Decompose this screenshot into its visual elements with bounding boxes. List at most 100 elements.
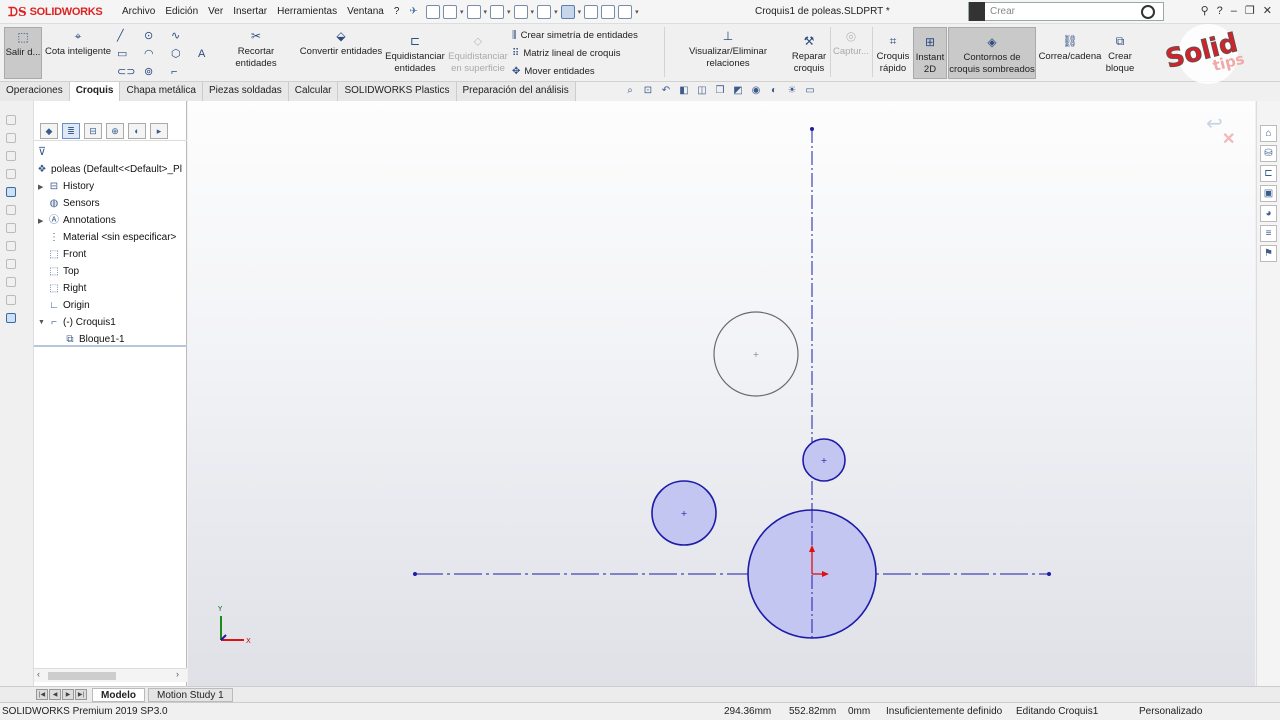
sketch-canvas[interactable]: + + + Y X (188, 101, 1255, 686)
polygon-icon[interactable]: ⬡ (171, 48, 184, 60)
select-icon[interactable] (560, 5, 575, 19)
strip-item-icon[interactable] (6, 169, 16, 179)
apply-scene-icon[interactable]: ☀ (786, 85, 798, 97)
minimize-button[interactable]: – (1231, 5, 1237, 17)
strip-item-icon[interactable] (6, 223, 16, 233)
centerline-endpoint[interactable] (413, 572, 417, 576)
property-manager-tab-icon[interactable]: ≣ (62, 122, 80, 139)
capture-button[interactable]: ◎ Captur... (832, 29, 870, 58)
tab-chapa-metalica[interactable]: Chapa metálica (120, 82, 203, 101)
open-icon[interactable] (466, 5, 481, 19)
strip-item-icon[interactable] (6, 259, 16, 269)
strip-3d-icon[interactable] (6, 115, 16, 125)
trim-entities-button[interactable]: ✂ Recortar entidades (216, 29, 296, 70)
dynamic-annotation-icon[interactable]: ◫ (696, 85, 708, 97)
tree-item-annotations[interactable]: ▶ Ⓐ Annotations (38, 213, 116, 228)
menu-archivo[interactable]: Archivo (122, 6, 155, 17)
options-gear-icon[interactable] (618, 5, 633, 19)
solidworks-resources-icon[interactable]: ⌂ (1260, 125, 1277, 142)
text-icon[interactable]: A (198, 48, 211, 60)
feature-manager-tab-icon[interactable]: ◆ (40, 122, 58, 139)
close-button[interactable]: ✕ (1263, 4, 1272, 17)
tab-operaciones[interactable]: Operaciones (0, 82, 70, 101)
new-document-icon[interactable] (443, 5, 457, 19)
search-icon[interactable] (1141, 4, 1155, 19)
configuration-manager-tab-icon[interactable]: ⊟ (84, 122, 102, 139)
view-settings-icon[interactable]: ▭ (804, 85, 816, 97)
tree-item-top-plane[interactable]: ⬚ Top (48, 264, 79, 279)
strip-item-icon[interactable] (6, 151, 16, 161)
appearances-icon[interactable]: ◕ (1260, 205, 1277, 222)
slot-icon[interactable]: ⊂⊃ (117, 66, 135, 78)
view-palette-icon[interactable]: ▣ (1260, 185, 1277, 202)
help-icon[interactable]: ? (1217, 5, 1223, 17)
tree-item-croquis1[interactable]: ▼ ⌐ (-) Croquis1 (38, 315, 116, 330)
search-input[interactable]: Crear (990, 6, 1141, 17)
collapse-arrow-icon[interactable]: ▼ (38, 319, 48, 326)
expand-arrow-icon[interactable]: ▶ (38, 217, 48, 225)
strip-item-icon[interactable] (6, 133, 16, 143)
mirror-entities-button[interactable]: ⫼ Crear simetría de entidades (512, 30, 638, 41)
centerline-endpoint[interactable] (1047, 572, 1051, 576)
home-icon[interactable] (426, 5, 440, 19)
search-box[interactable]: Crear (968, 2, 1164, 21)
restore-button[interactable]: ❐ (1245, 4, 1255, 17)
fillet-icon[interactable]: ⌐ (171, 66, 184, 78)
unit-system[interactable]: Personalizado (1139, 706, 1202, 717)
display-style-icon[interactable]: ◩ (732, 85, 744, 97)
repair-sketch-button[interactable]: ⚒ Reparar croquis (790, 34, 828, 75)
scroll-right-icon[interactable]: › (176, 669, 179, 679)
section-view-icon[interactable]: ◧ (678, 85, 690, 97)
cancel-corner-icon[interactable]: ✕ (1222, 129, 1235, 149)
print-icon[interactable] (513, 5, 528, 19)
menu-herramientas[interactable]: Herramientas (277, 6, 337, 17)
tab-modelo[interactable]: Modelo (92, 688, 145, 702)
menu-ventana[interactable]: Ventana (347, 6, 384, 17)
horizontal-scrollbar[interactable]: ‹ › (34, 668, 187, 682)
tree-item-front-plane[interactable]: ⬚ Front (48, 247, 86, 262)
tree-item-material[interactable]: ⋮ Material <sin especificar> (48, 230, 176, 245)
centerline-endpoint[interactable] (810, 127, 814, 131)
solidworks-logo[interactable]: ᗪS SOLIDWORKS (8, 4, 103, 20)
design-library-icon[interactable]: ⛁ (1260, 145, 1277, 162)
tab-preparacion-analisis[interactable]: Preparación del análisis (456, 82, 576, 101)
last-tab-icon[interactable]: ▶| (75, 689, 87, 700)
strip-active-icon[interactable] (6, 187, 16, 197)
pin-icon[interactable]: ✈ (409, 6, 417, 17)
quick-sketch-button[interactable]: ⌗ Croquis rápido (875, 34, 911, 75)
expand-arrow-icon[interactable]: ▶ (38, 183, 48, 191)
belt-chain-button[interactable]: ⛓ Correa/cadena (1038, 34, 1102, 63)
menu-ver[interactable]: Ver (208, 6, 223, 17)
more-tabs-icon[interactable]: ▸ (150, 122, 168, 139)
edit-appearance-icon[interactable]: ◐ (768, 85, 780, 97)
linear-pattern-button[interactable]: ⠿ Matriz lineal de croquis (512, 48, 620, 59)
exit-sketch-corner-icon[interactable]: ↩ (1206, 111, 1223, 136)
tab-solidworks-plastics[interactable]: SOLIDWORKS Plastics (338, 82, 457, 101)
strip-item-icon[interactable] (6, 205, 16, 215)
next-tab-icon[interactable]: ▶ (62, 689, 74, 700)
exit-sketch-button[interactable]: ⬚ Salir d... (4, 27, 42, 79)
tab-motion-study[interactable]: Motion Study 1 (148, 688, 233, 702)
filter-icon[interactable]: ⊽ (38, 145, 46, 158)
convert-entities-button[interactable]: ⬙ Convertir entidades (298, 29, 384, 58)
tree-item-sensors[interactable]: ◍ Sensors (48, 196, 100, 211)
tab-calcular[interactable]: Calcular (288, 82, 339, 101)
smart-dimension-button[interactable]: ⌖ Cota inteligente (44, 29, 112, 58)
tree-root[interactable]: ❖ poleas (Default<<Default>_Pl (36, 162, 182, 177)
save-icon[interactable] (490, 5, 505, 19)
move-entities-button[interactable]: ✥ Mover entidades (512, 66, 595, 77)
view-orientation-icon[interactable]: ❒ (714, 85, 726, 97)
solidworks-forum-icon[interactable]: ⚑ (1260, 245, 1277, 262)
hide-show-items-icon[interactable]: ◉ (750, 85, 762, 97)
scroll-left-icon[interactable]: ‹ (37, 669, 40, 679)
graphics-area[interactable]: + + + Y X ↩ ✕ (188, 101, 1255, 686)
instant2d-button[interactable]: ⊞ Instant 2D (913, 27, 947, 79)
offset-surface-button[interactable]: ⬦ Equidistanciar en superficie (447, 34, 509, 75)
offset-entities-button[interactable]: ⊏ Equidistanciar entidades (384, 34, 446, 75)
previous-view-icon[interactable]: ↶ (660, 85, 672, 97)
tree-item-right-plane[interactable]: ⬚ Right (48, 281, 86, 296)
make-block-button[interactable]: ⧉ Crear bloque (1102, 34, 1138, 75)
custom-properties-icon[interactable]: ≡ (1260, 225, 1277, 242)
tree-item-history[interactable]: ▶ ⊟ History (38, 179, 94, 194)
point-icon[interactable]: ⊚ (144, 66, 157, 78)
